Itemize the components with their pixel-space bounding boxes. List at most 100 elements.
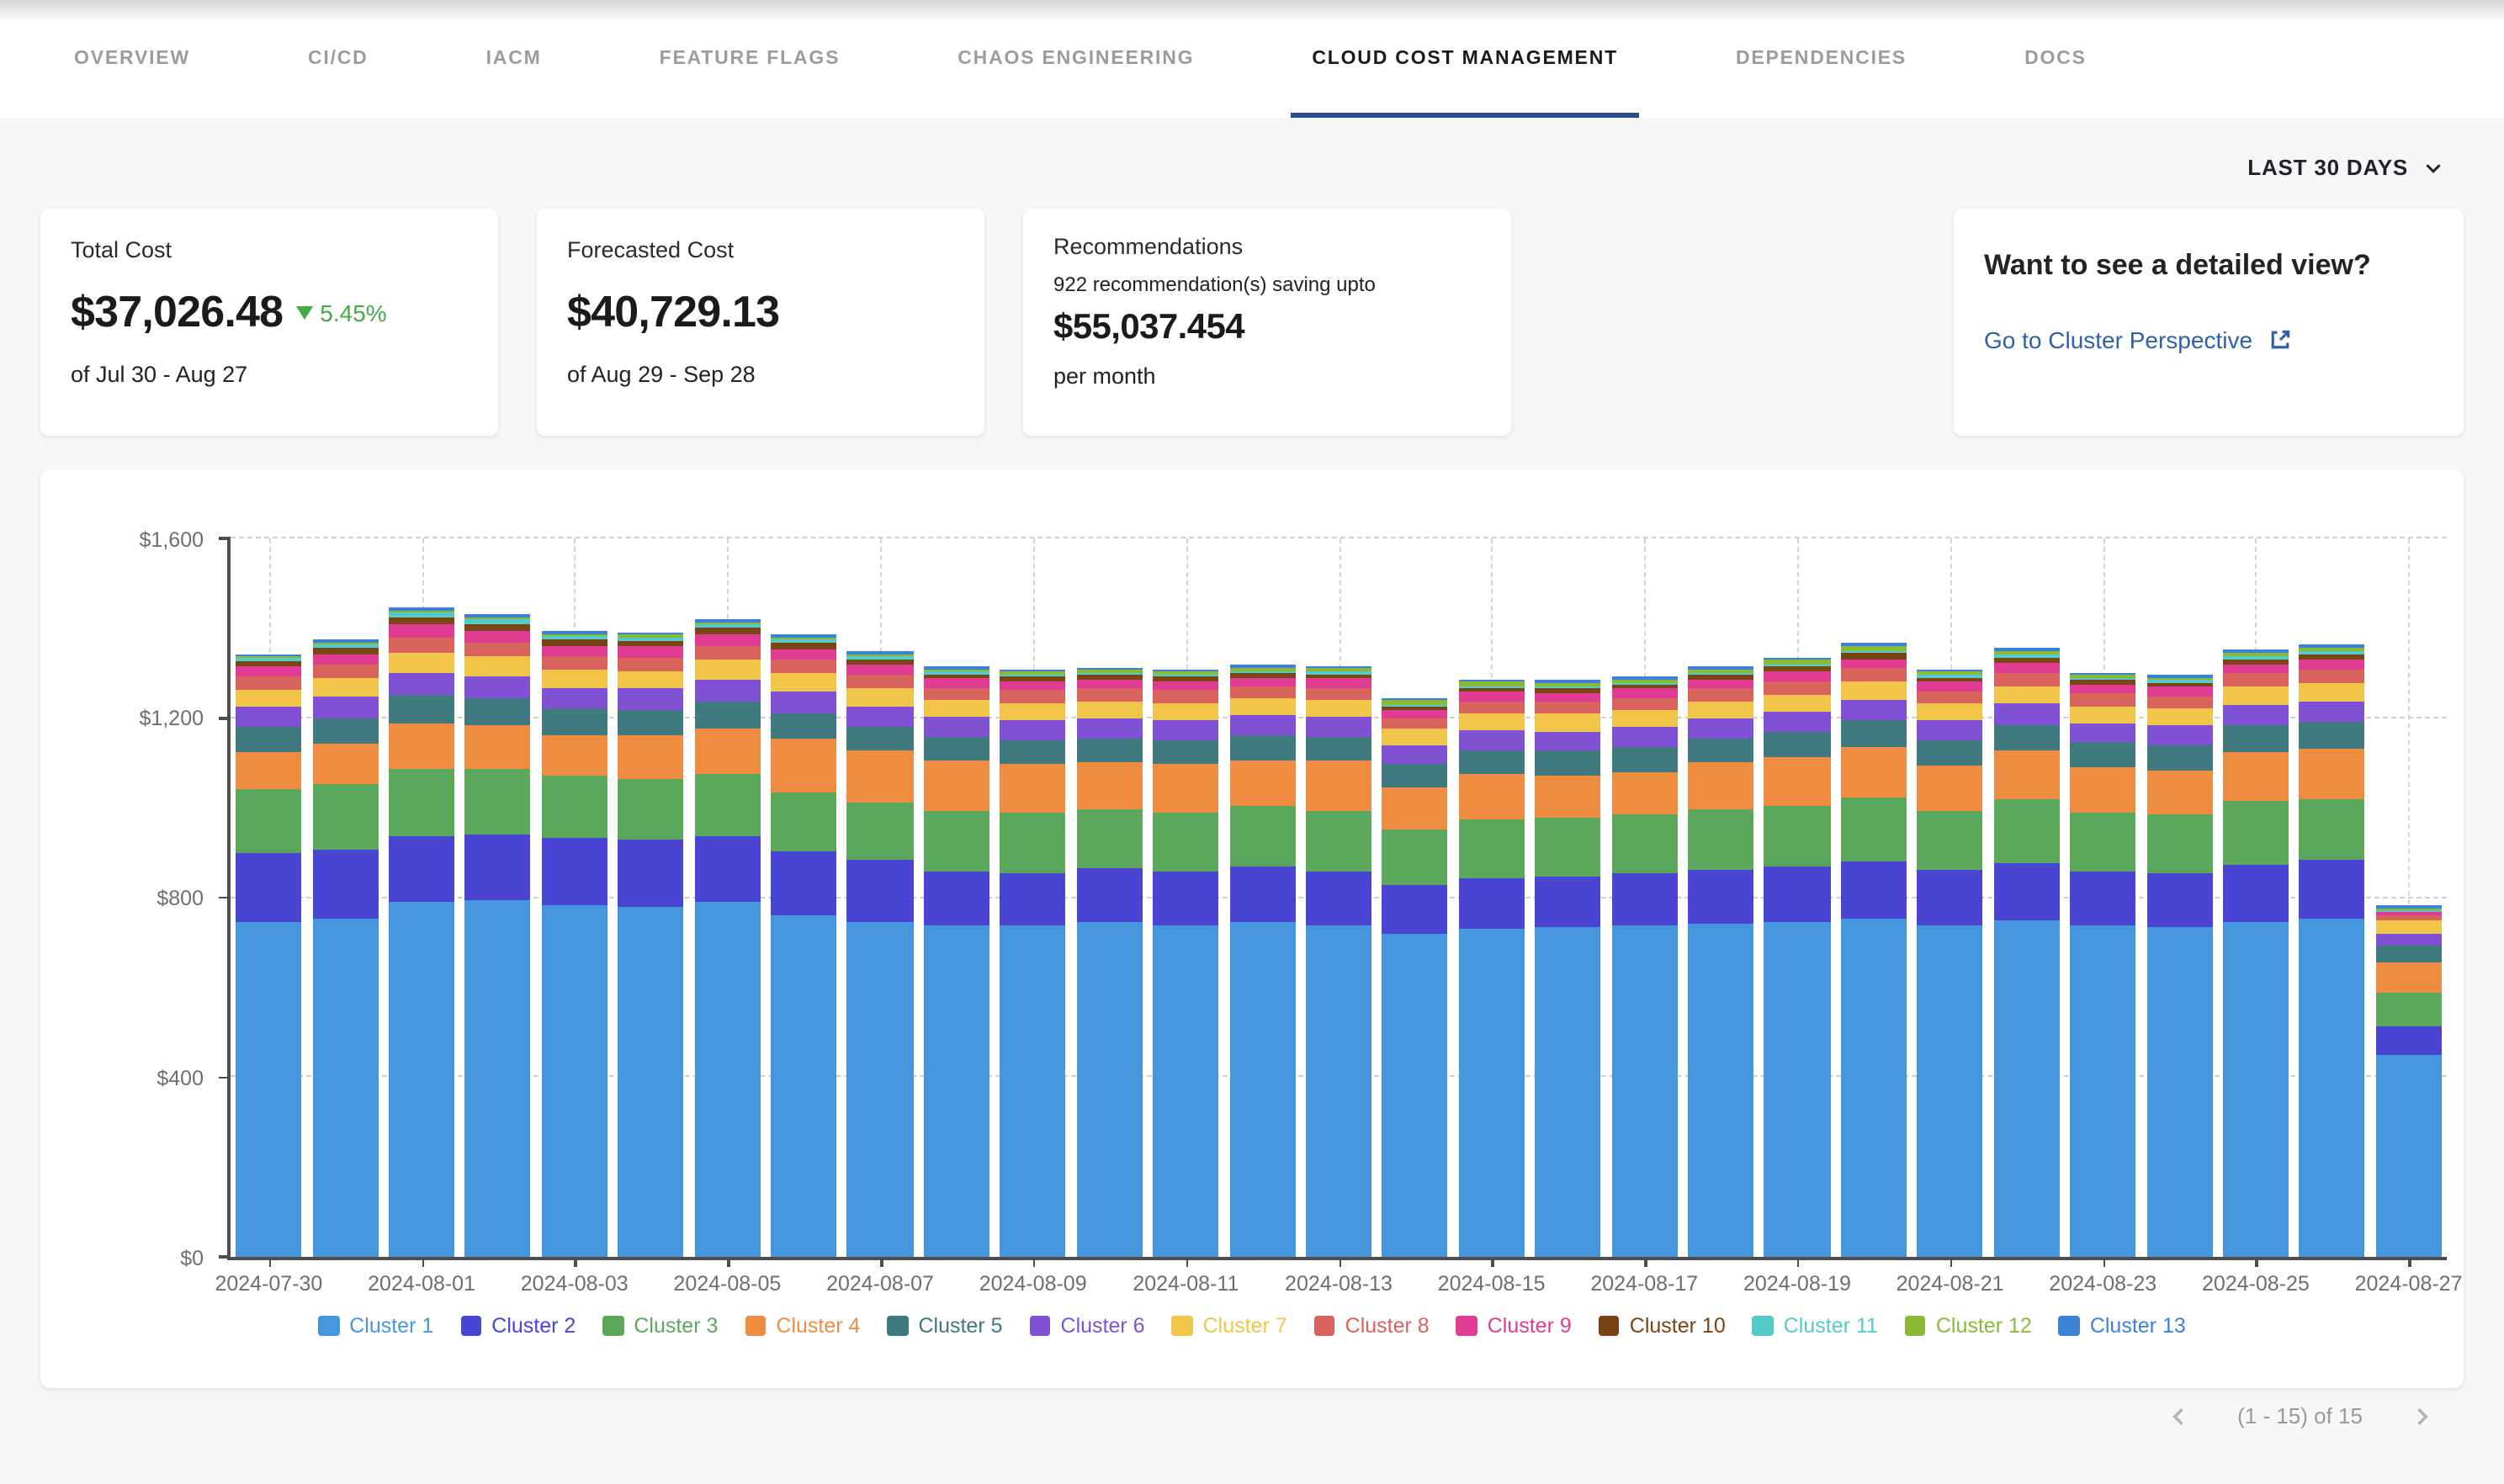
- legend-item-cluster-5[interactable]: Cluster 5: [887, 1314, 1002, 1338]
- bar-segment-cluster-3: [1229, 807, 1295, 867]
- bar-2024-08-07[interactable]: [847, 651, 913, 1257]
- tab-iacm[interactable]: IACM: [486, 0, 542, 118]
- legend-item-cluster-4[interactable]: Cluster 4: [745, 1314, 860, 1338]
- next-page-icon[interactable]: [2410, 1404, 2433, 1428]
- bar-2024-08-21[interactable]: [1918, 670, 1983, 1258]
- bar-2024-08-09[interactable]: [1000, 670, 1066, 1257]
- tab-cloud-cost-management[interactable]: CLOUD COST MANAGEMENT: [1312, 0, 1618, 118]
- bar-segment-cluster-3: [2223, 801, 2289, 864]
- legend-item-cluster-1[interactable]: Cluster 1: [318, 1314, 433, 1338]
- tab-chaos-engineering[interactable]: CHAOS ENGINEERING: [958, 0, 1194, 118]
- bar-segment-cluster-7: [1000, 702, 1066, 719]
- date-range-selector[interactable]: LAST 30 DAYS: [2247, 155, 2408, 180]
- bar-2024-08-17[interactable]: [1611, 677, 1677, 1257]
- bar-segment-cluster-4: [1841, 747, 1907, 798]
- bar-2024-08-02[interactable]: [465, 614, 531, 1257]
- bar-segment-cluster-2: [1841, 861, 1907, 919]
- legend-item-cluster-2[interactable]: Cluster 2: [460, 1314, 576, 1338]
- bar-2024-08-12[interactable]: [1229, 665, 1295, 1257]
- bar-2024-08-15[interactable]: [1459, 680, 1525, 1257]
- bar-2024-08-24[interactable]: [2146, 675, 2212, 1257]
- bar-segment-cluster-9: [847, 665, 913, 676]
- bar-segment-cluster-4: [1688, 763, 1753, 810]
- bar-segment-cluster-9: [1000, 681, 1066, 691]
- bar-segment-cluster-5: [2376, 946, 2442, 963]
- legend-item-cluster-11[interactable]: Cluster 11: [1753, 1314, 1878, 1338]
- legend-item-cluster-13[interactable]: Cluster 13: [2059, 1314, 2186, 1338]
- bar-segment-cluster-9: [694, 635, 760, 646]
- bar-2024-08-18[interactable]: [1688, 667, 1753, 1257]
- bar-2024-08-27[interactable]: [2376, 906, 2442, 1257]
- legend-swatch: [460, 1316, 481, 1337]
- bar-segment-cluster-4: [771, 739, 836, 792]
- x-axis-tick: [1339, 1257, 1341, 1267]
- bar-2024-08-20[interactable]: [1841, 644, 1907, 1257]
- bar-segment-cluster-6: [1153, 720, 1218, 739]
- bar-segment-cluster-3: [1993, 800, 2059, 863]
- x-axis-label: 2024-08-27: [2355, 1272, 2463, 1296]
- bar-2024-08-05[interactable]: [694, 619, 760, 1257]
- bar-2024-08-13[interactable]: [1306, 666, 1371, 1257]
- bar-segment-cluster-3: [1841, 798, 1907, 861]
- bar-segment-cluster-3: [2300, 799, 2365, 860]
- bar-2024-08-23[interactable]: [2070, 672, 2135, 1257]
- bar-segment-cluster-7: [924, 700, 989, 717]
- bar-2024-08-22[interactable]: [1993, 648, 2059, 1257]
- legend-swatch: [1172, 1316, 1193, 1337]
- legend-item-cluster-7[interactable]: Cluster 7: [1172, 1314, 1287, 1338]
- bar-segment-cluster-3: [2376, 992, 2442, 1026]
- bar-segment-cluster-10: [618, 640, 683, 646]
- legend-label: Cluster 1: [349, 1314, 433, 1338]
- bar-segment-cluster-9: [1076, 680, 1142, 689]
- tab-docs[interactable]: DOCS: [2024, 0, 2087, 118]
- bar-segment-cluster-9: [618, 647, 683, 658]
- bar-2024-08-26[interactable]: [2300, 644, 2365, 1257]
- bar-segment-cluster-1: [1306, 925, 1371, 1257]
- cluster-perspective-link[interactable]: Go to Cluster Perspective: [1984, 326, 2433, 353]
- tab-feature-flags[interactable]: FEATURE FLAGS: [660, 0, 841, 118]
- bar-segment-cluster-3: [236, 790, 301, 853]
- bar-segment-cluster-7: [2223, 687, 2289, 705]
- bar-2024-08-14[interactable]: [1382, 699, 1448, 1257]
- x-axis-tick: [1644, 1257, 1647, 1267]
- bar-2024-08-03[interactable]: [542, 631, 607, 1257]
- legend-item-cluster-3[interactable]: Cluster 3: [602, 1314, 718, 1338]
- legend-item-cluster-9[interactable]: Cluster 9: [1456, 1314, 1572, 1338]
- tab-ci-cd[interactable]: CI/CD: [308, 0, 369, 118]
- legend-item-cluster-12[interactable]: Cluster 12: [1905, 1314, 2032, 1338]
- bar-segment-cluster-5: [2300, 722, 2365, 748]
- x-axis-label: 2024-08-25: [2202, 1272, 2310, 1296]
- bar-2024-08-01[interactable]: [389, 607, 454, 1257]
- bar-2024-08-25[interactable]: [2223, 649, 2289, 1257]
- bar-2024-08-06[interactable]: [771, 634, 836, 1257]
- bar-2024-07-31[interactable]: [312, 639, 378, 1257]
- bar-segment-cluster-1: [2146, 926, 2212, 1257]
- bar-2024-08-08[interactable]: [924, 667, 989, 1257]
- bar-2024-08-04[interactable]: [618, 632, 683, 1257]
- bar-segment-cluster-8: [847, 676, 913, 688]
- previous-page-icon[interactable]: [2167, 1404, 2190, 1428]
- legend-item-cluster-6[interactable]: Cluster 6: [1030, 1314, 1145, 1338]
- legend-swatch: [745, 1316, 766, 1337]
- bar-segment-cluster-5: [1764, 732, 1830, 756]
- bar-segment-cluster-8: [236, 677, 301, 690]
- bar-segment-cluster-7: [1306, 700, 1371, 717]
- bar-segment-cluster-5: [1688, 739, 1753, 763]
- bar-segment-cluster-3: [1688, 809, 1753, 870]
- chart-legend: Cluster 1 Cluster 2 Cluster 3 Cluster 4 Clus…: [40, 1314, 2464, 1338]
- bar-2024-08-10[interactable]: [1076, 668, 1142, 1257]
- legend-item-cluster-10[interactable]: Cluster 10: [1599, 1314, 1726, 1338]
- bar-2024-08-19[interactable]: [1764, 657, 1830, 1257]
- bar-2024-08-11[interactable]: [1153, 670, 1218, 1257]
- bar-2024-08-16[interactable]: [1535, 681, 1600, 1257]
- bar-segment-cluster-1: [771, 915, 836, 1257]
- detail-view-title: Want to see a detailed view?: [1984, 249, 2433, 283]
- tab-dependencies[interactable]: DEPENDENCIES: [1736, 0, 1907, 118]
- bar-2024-07-30[interactable]: [236, 654, 301, 1257]
- chevron-down-icon[interactable]: [2423, 157, 2443, 178]
- legend-item-cluster-8[interactable]: Cluster 8: [1314, 1314, 1430, 1338]
- legend-swatch: [1456, 1316, 1477, 1337]
- tab-overview[interactable]: OVERVIEW: [74, 0, 190, 118]
- x-axis-tick: [1797, 1257, 1800, 1267]
- bar-segment-cluster-7: [465, 657, 531, 676]
